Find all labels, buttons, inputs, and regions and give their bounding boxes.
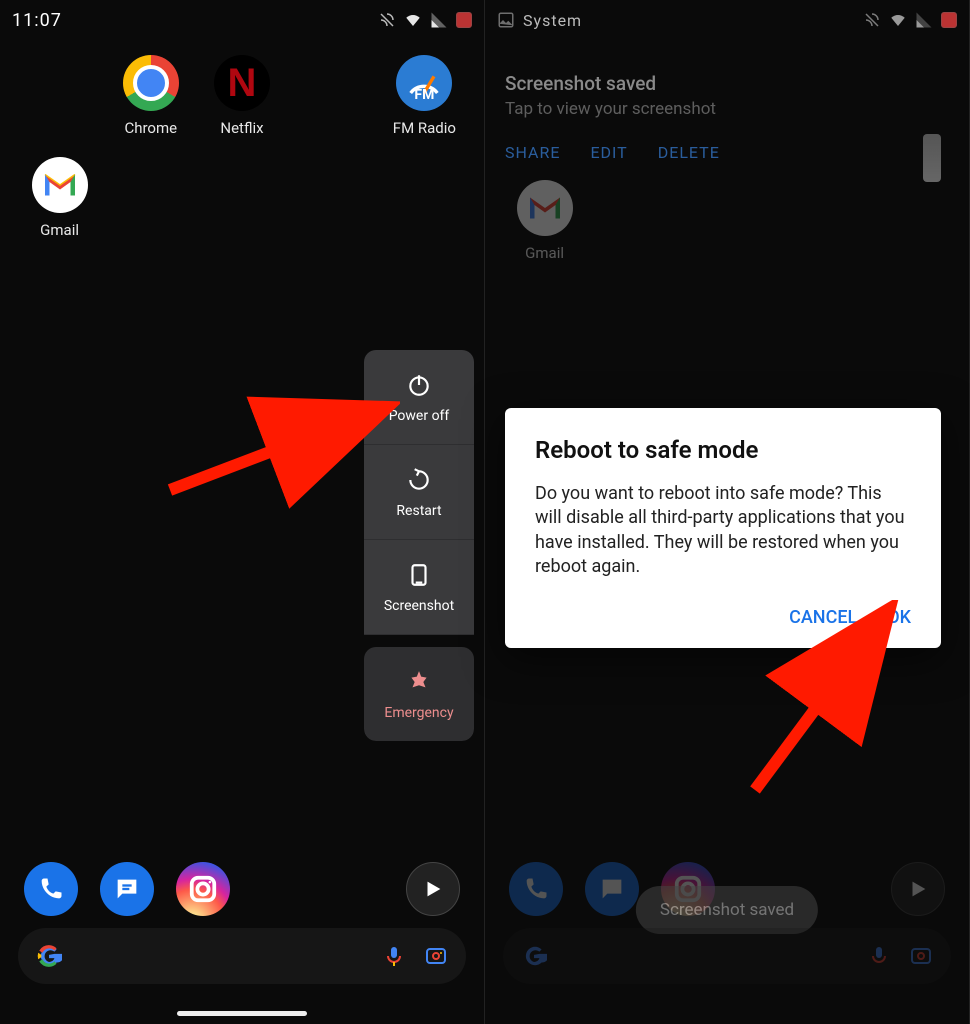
right-search-bar[interactable]	[503, 928, 951, 984]
app-label: FM Radio	[393, 119, 456, 137]
google-icon	[36, 943, 62, 969]
battery-saver-icon	[456, 12, 472, 28]
left-dock	[0, 862, 484, 916]
notif-edit-button[interactable]: EDIT	[590, 143, 627, 162]
safe-mode-dialog: Reboot to safe mode Do you want to reboo…	[505, 408, 941, 648]
app-label: Gmail	[525, 244, 564, 262]
screenshot-toast: Screenshot saved	[636, 886, 818, 934]
messages-icon	[100, 862, 154, 916]
emergency-icon	[406, 669, 432, 695]
phone-icon	[24, 862, 78, 916]
emergency-label: Emergency	[384, 705, 453, 721]
left-screenshot: 11:07 Chrome N Netflix FM FM Radio Gmail P…	[0, 0, 485, 1024]
app-gmail[interactable]: Gmail	[18, 157, 101, 239]
app-chrome[interactable]: Chrome	[109, 55, 192, 137]
dock-messages[interactable]	[100, 862, 154, 916]
screenshot-label: Screenshot	[384, 598, 454, 614]
image-icon	[497, 11, 515, 29]
dock-phone[interactable]	[509, 862, 563, 916]
dialog-ok-button[interactable]: OK	[887, 607, 911, 628]
phone-icon	[509, 862, 563, 916]
dock-phone[interactable]	[24, 862, 78, 916]
power-icon	[406, 372, 432, 398]
wifi-icon	[889, 11, 907, 29]
right-app-grid: Gmail	[485, 180, 969, 262]
dock-messages[interactable]	[585, 862, 639, 916]
signal-icon	[430, 11, 448, 29]
instagram-icon	[176, 862, 230, 916]
alarm-off-icon	[863, 11, 881, 29]
power-menu: Power off Restart Screenshot Emergency	[364, 350, 474, 741]
app-gmail[interactable]: Gmail	[503, 180, 586, 262]
notif-delete-button[interactable]: DELETE	[658, 143, 720, 162]
screenshot-button[interactable]: Screenshot	[364, 540, 474, 635]
right-status-bar: System	[485, 0, 969, 40]
left-status-bar: 11:07	[0, 0, 484, 40]
app-label: Gmail	[40, 221, 79, 239]
power-off-button[interactable]: Power off	[364, 350, 474, 445]
screenshot-icon	[406, 562, 432, 588]
clock: 11:07	[12, 10, 62, 31]
left-search-bar[interactable]	[18, 928, 466, 984]
notification-subtitle: Tap to view your screenshot	[505, 99, 949, 119]
dock-playstore[interactable]	[891, 862, 945, 916]
chrome-icon	[123, 55, 179, 111]
restart-label: Restart	[396, 503, 441, 519]
wifi-icon	[404, 11, 422, 29]
restart-icon	[406, 467, 432, 493]
gmail-icon	[517, 180, 573, 236]
notification-source: System	[523, 11, 582, 30]
dialog-cancel-button[interactable]: CANCEL	[789, 607, 857, 628]
restart-button[interactable]: Restart	[364, 445, 474, 540]
power-off-label: Power off	[389, 408, 450, 424]
emergency-button[interactable]: Emergency	[364, 647, 474, 741]
mic-icon[interactable]	[867, 944, 891, 968]
battery-saver-icon	[941, 12, 957, 28]
dock-instagram[interactable]	[176, 862, 230, 916]
signal-icon	[915, 11, 933, 29]
messages-icon	[585, 862, 639, 916]
app-label: Chrome	[124, 119, 177, 137]
notification-title: Screenshot saved	[505, 72, 949, 95]
lens-icon[interactable]	[909, 944, 933, 968]
play-icon	[891, 862, 945, 916]
app-label: Netflix	[220, 119, 263, 137]
app-fmradio[interactable]: FM FM Radio	[383, 55, 466, 137]
dialog-title: Reboot to safe mode	[535, 436, 911, 464]
netflix-icon: N	[214, 55, 270, 111]
home-indicator[interactable]	[177, 1011, 307, 1016]
dock-playstore[interactable]	[406, 862, 460, 916]
fmradio-icon: FM	[396, 55, 452, 111]
app-netflix[interactable]: N Netflix	[200, 55, 283, 137]
right-screenshot: System Screenshot saved Tap to view your…	[485, 0, 970, 1024]
mic-icon[interactable]	[382, 944, 406, 968]
google-icon	[521, 943, 547, 969]
notif-share-button[interactable]: SHARE	[505, 143, 560, 162]
play-icon	[406, 862, 460, 916]
notification-thumbnail[interactable]	[923, 134, 941, 182]
lens-icon[interactable]	[424, 944, 448, 968]
screenshot-notification[interactable]: Screenshot saved Tap to view your screen…	[485, 60, 969, 174]
gmail-icon	[32, 157, 88, 213]
dialog-body: Do you want to reboot into safe mode? Th…	[535, 482, 911, 579]
alarm-off-icon	[378, 11, 396, 29]
left-app-grid: Chrome N Netflix FM FM Radio Gmail	[0, 55, 484, 239]
